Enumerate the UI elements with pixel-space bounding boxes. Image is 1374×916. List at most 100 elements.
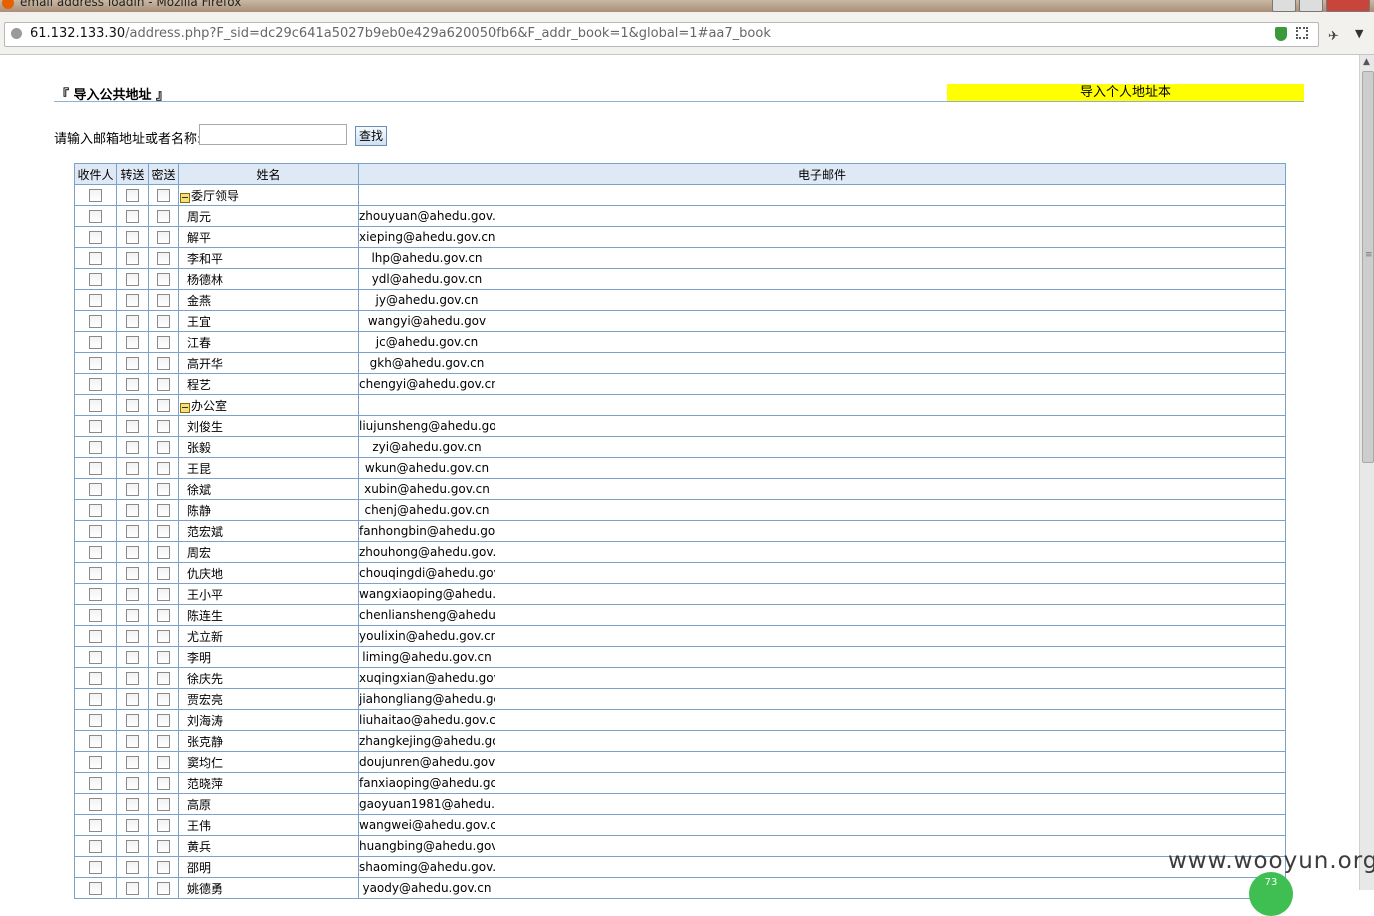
bcc-checkbox[interactable] [157, 734, 170, 748]
to-checkbox[interactable] [89, 335, 102, 349]
contact-name[interactable]: 高原 [187, 798, 211, 812]
bcc-checkbox[interactable] [157, 776, 170, 790]
cc-checkbox[interactable] [126, 461, 139, 475]
cc-checkbox[interactable] [126, 314, 139, 328]
contact-name[interactable]: 杨德林 [187, 273, 223, 287]
search-input[interactable] [199, 124, 347, 145]
bcc-checkbox[interactable] [157, 314, 170, 328]
bcc-checkbox[interactable] [157, 482, 170, 496]
cc-checkbox[interactable] [126, 692, 139, 706]
address-bar[interactable]: 61.132.133.30/address.php?F_sid=dc29c641… [4, 22, 1319, 47]
cc-checkbox[interactable] [126, 881, 139, 895]
bcc-checkbox[interactable] [157, 671, 170, 685]
to-checkbox[interactable] [89, 356, 102, 370]
contact-name[interactable]: 金燕 [187, 294, 211, 308]
group-collapse-icon[interactable] [180, 402, 190, 413]
scroll-thumb[interactable]: ≡ [1362, 71, 1374, 463]
shield-icon[interactable] [1275, 27, 1287, 41]
to-checkbox[interactable] [89, 545, 102, 559]
cc-checkbox[interactable] [126, 524, 139, 538]
cc-checkbox[interactable] [126, 335, 139, 349]
contact-name[interactable]: 李和平 [187, 252, 223, 266]
to-checkbox[interactable] [89, 377, 102, 391]
bcc-checkbox[interactable] [157, 881, 170, 895]
qr-icon[interactable] [1296, 27, 1308, 39]
cc-checkbox[interactable] [126, 797, 139, 811]
contact-name[interactable]: 范宏斌 [187, 525, 223, 539]
contact-name[interactable]: 徐斌 [187, 483, 211, 497]
contact-name[interactable]: 贾宏亮 [187, 693, 223, 707]
to-checkbox[interactable] [89, 671, 102, 685]
to-checkbox[interactable] [89, 419, 102, 433]
cc-checkbox[interactable] [126, 776, 139, 790]
to-checkbox[interactable] [89, 839, 102, 853]
bcc-checkbox[interactable] [157, 524, 170, 538]
to-checkbox[interactable] [89, 776, 102, 790]
cc-checkbox[interactable] [126, 566, 139, 580]
to-checkbox[interactable] [89, 398, 102, 412]
bcc-checkbox[interactable] [157, 797, 170, 811]
to-checkbox[interactable] [89, 713, 102, 727]
contact-name[interactable]: 江春 [187, 336, 211, 350]
bcc-checkbox[interactable] [157, 692, 170, 706]
contact-name[interactable]: 黄兵 [187, 840, 211, 854]
group-name[interactable]: 办公室 [191, 399, 227, 413]
cc-checkbox[interactable] [126, 629, 139, 643]
cc-checkbox[interactable] [126, 839, 139, 853]
contact-name[interactable]: 范晓萍 [187, 777, 223, 791]
bcc-checkbox[interactable] [157, 650, 170, 664]
contact-name[interactable]: 张毅 [187, 441, 211, 455]
to-checkbox[interactable] [89, 209, 102, 223]
to-checkbox[interactable] [89, 629, 102, 643]
bcc-checkbox[interactable] [157, 860, 170, 874]
addon-icon[interactable]: ✈ [1328, 29, 1339, 44]
contact-name[interactable]: 刘俊生 [187, 420, 223, 434]
cc-checkbox[interactable] [126, 293, 139, 307]
contact-name[interactable]: 窦均仁 [187, 756, 223, 770]
contact-name[interactable]: 仇庆地 [187, 567, 223, 581]
bcc-checkbox[interactable] [157, 608, 170, 622]
cc-checkbox[interactable] [126, 860, 139, 874]
bcc-checkbox[interactable] [157, 293, 170, 307]
cc-checkbox[interactable] [126, 818, 139, 832]
contact-name[interactable]: 姚德勇 [187, 882, 223, 896]
contact-name[interactable]: 李明 [187, 651, 211, 665]
bcc-checkbox[interactable] [157, 713, 170, 727]
cc-checkbox[interactable] [126, 419, 139, 433]
to-checkbox[interactable] [89, 797, 102, 811]
contact-name[interactable]: 程艺 [187, 378, 211, 392]
to-checkbox[interactable] [89, 692, 102, 706]
contact-name[interactable]: 王昆 [187, 462, 211, 476]
close-window-button[interactable] [1326, 0, 1370, 12]
bcc-checkbox[interactable] [157, 461, 170, 475]
cc-checkbox[interactable] [126, 713, 139, 727]
cc-checkbox[interactable] [126, 377, 139, 391]
to-checkbox[interactable] [89, 734, 102, 748]
to-checkbox[interactable] [89, 251, 102, 265]
notification-badge[interactable]: 73 [1249, 872, 1293, 916]
maximize-button[interactable] [1299, 0, 1323, 12]
minimize-button[interactable] [1272, 0, 1296, 12]
bcc-checkbox[interactable] [157, 545, 170, 559]
cc-checkbox[interactable] [126, 209, 139, 223]
scroll-up-icon[interactable]: ▲ [1363, 57, 1370, 67]
bcc-checkbox[interactable] [157, 356, 170, 370]
contact-name[interactable]: 张克静 [187, 735, 223, 749]
to-checkbox[interactable] [89, 755, 102, 769]
bcc-checkbox[interactable] [157, 629, 170, 643]
cc-checkbox[interactable] [126, 671, 139, 685]
contact-name[interactable]: 高开华 [187, 357, 223, 371]
to-checkbox[interactable] [89, 566, 102, 580]
cc-checkbox[interactable] [126, 356, 139, 370]
to-checkbox[interactable] [89, 881, 102, 895]
group-collapse-icon[interactable] [180, 192, 190, 203]
bcc-checkbox[interactable] [157, 251, 170, 265]
contact-name[interactable]: 王伟 [187, 819, 211, 833]
bcc-checkbox[interactable] [157, 755, 170, 769]
cc-checkbox[interactable] [126, 503, 139, 517]
contact-name[interactable]: 周元 [187, 210, 211, 224]
cc-checkbox[interactable] [126, 734, 139, 748]
bcc-checkbox[interactable] [157, 377, 170, 391]
to-checkbox[interactable] [89, 482, 102, 496]
bcc-checkbox[interactable] [157, 818, 170, 832]
